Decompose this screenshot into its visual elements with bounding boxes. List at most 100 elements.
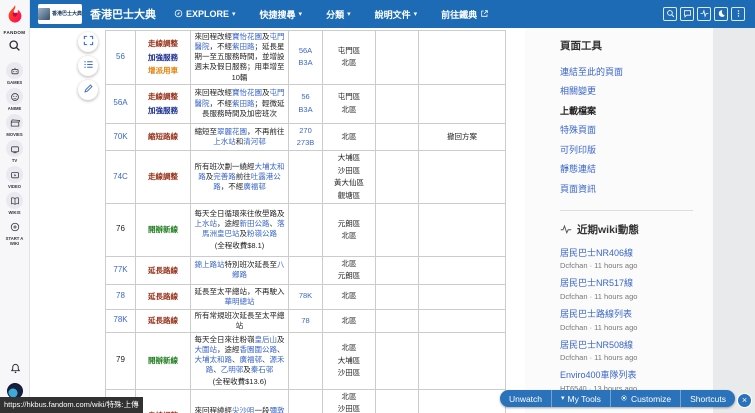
wiki-link[interactable]: 上水站: [195, 219, 218, 228]
wiki-link[interactable]: 錦上路站: [195, 260, 225, 269]
wiki-link[interactable]: 廣福邨: [243, 182, 266, 191]
wiki-link[interactable]: 尖沙咀: [232, 406, 255, 413]
description-cell: 所有常規班次延長至太平總站: [190, 308, 289, 333]
related-route-link[interactable]: 270: [292, 125, 319, 137]
route-link[interactable]: 74C: [113, 172, 128, 181]
nav-menu-help-docs[interactable]: 說明文件 ▾: [375, 8, 418, 21]
change-type-cell: 延長路線: [135, 308, 191, 333]
route-link[interactable]: 70K: [113, 132, 127, 141]
toolbar-close-button[interactable]: ×: [737, 393, 752, 408]
nav-menu-goto-rail-wiki[interactable]: 前往鐵典: [441, 8, 489, 21]
global-search-icon[interactable]: [8, 39, 21, 57]
wiki-link[interactable]: 紫田路: [232, 99, 255, 108]
sidebar-item-label: VIDEO: [7, 184, 22, 190]
wiki-link[interactable]: 乙明邨: [221, 365, 244, 374]
dark-mode-button[interactable]: [714, 7, 728, 21]
districts-cell: 北區 大埔區 沙田區: [322, 331, 376, 390]
districts-cell: 北區沙田區深水埗區油尖旺區: [322, 388, 376, 413]
screen: FANDOM GAMES ANIME MOVIES TV VIDEO WIKIS START…: [0, 0, 755, 413]
activity-byline: Dcfchan · 11 hours ago: [560, 322, 638, 332]
wiki-link[interactable]: 紫田路: [232, 42, 255, 51]
activity-entry: 居民巴士NR406線 Dcfchan · 11 hours ago: [560, 248, 693, 271]
unwatch-button[interactable]: Unwatch: [500, 390, 553, 407]
wiki-logo[interactable]: 香港巴士大典: [38, 4, 82, 24]
empty-cell: [375, 30, 419, 85]
expand-button[interactable]: [78, 32, 98, 52]
wiki-link[interactable]: 新田公路: [240, 219, 270, 228]
description-text: 、: [269, 219, 278, 229]
sidebar-item-wikis[interactable]: WIKIS: [0, 192, 30, 215]
wiki-link[interactable]: 華明總站: [225, 297, 255, 306]
route-link[interactable]: 56A: [113, 98, 127, 107]
wiki-link[interactable]: 寶怡花園: [232, 88, 262, 97]
notifications-bell-icon[interactable]: [10, 361, 21, 379]
sidebar-item-tv[interactable]: TV: [0, 140, 30, 163]
route-link[interactable]: 78K: [113, 315, 127, 324]
change-type-label: 開辦新線: [148, 356, 178, 366]
nav-menu-categories[interactable]: 分類 ▾: [326, 8, 351, 21]
shortcuts-button[interactable]: Shortcuts: [681, 390, 735, 407]
customize-button[interactable]: Customize: [611, 390, 682, 407]
chat-button[interactable]: [680, 7, 694, 21]
sidebar-item-anime[interactable]: ANIME: [0, 88, 30, 111]
change-type-label: 延長路線: [148, 265, 178, 275]
districts-cell: 大埔區 沙田區 黃大仙區 觀塘區: [322, 150, 376, 204]
description-cell: 延長至太平總站，不再駛入華明總站: [190, 283, 289, 310]
related-route-link[interactable]: B3A: [292, 57, 319, 69]
wiki-link[interactable]: 皇后山: [255, 335, 278, 344]
page-tool-link[interactable]: 連結至此的頁面: [560, 66, 693, 80]
related-route-link[interactable]: 56: [292, 91, 319, 103]
toc-button[interactable]: [78, 56, 98, 76]
route-link[interactable]: 78: [116, 291, 125, 300]
sidebar-item-games[interactable]: GAMES: [0, 62, 30, 85]
districts-cell: 北區: [322, 122, 376, 152]
activity-page-link[interactable]: 居民巴士路線列表: [560, 309, 693, 321]
edit-button[interactable]: [78, 80, 98, 100]
route-link[interactable]: 56: [116, 52, 125, 61]
my-tools-button[interactable]: ▾ My Tools: [552, 390, 611, 407]
wiki-link[interactable]: 廣福邨: [240, 355, 263, 364]
sidebar-item-video[interactable]: VIDEO: [0, 166, 30, 189]
page-tool-link[interactable]: 可列印版: [560, 144, 693, 158]
page-tool-link[interactable]: 特殊頁面: [560, 124, 693, 138]
wiki-link[interactable]: 香園圍公路: [240, 345, 278, 354]
related-route-link[interactable]: 78: [292, 315, 319, 327]
nav-menu-explore[interactable]: EXPLORE ▾: [174, 9, 236, 20]
description-text: 每天全日循環來往攸壆路及: [194, 209, 285, 219]
more-button[interactable]: [731, 7, 745, 21]
wiki-link[interactable]: 翠麗花園: [217, 127, 247, 136]
wiki-link[interactable]: 秦石邨: [251, 365, 274, 374]
wiki-link[interactable]: 清河邨: [243, 137, 266, 146]
wiki-link[interactable]: 寶怡花園: [232, 32, 262, 41]
wiki-link[interactable]: 粉嶺公路: [247, 229, 277, 238]
description-text: 來回程繞經: [194, 405, 233, 413]
related-route-link[interactable]: 56A: [292, 45, 319, 57]
nav-menu-quick-search[interactable]: 快捷搜尋 ▾: [260, 8, 303, 21]
fandom-flame-icon[interactable]: [5, 4, 25, 29]
related-route-link[interactable]: B3A: [292, 104, 319, 116]
page-tool-link[interactable]: 靜態連結: [560, 163, 693, 177]
activity-button[interactable]: [697, 7, 711, 21]
related-route-link[interactable]: 78K: [292, 290, 319, 302]
activity-page-link[interactable]: 居民巴士NR517線: [560, 278, 693, 290]
wiki-link[interactable]: 大埔太和路: [195, 355, 233, 364]
sidebar-item-start-a-wiki[interactable]: START A WIKI: [0, 218, 30, 246]
activity-page-link[interactable]: 居民巴士NR508線: [560, 340, 693, 352]
wiki-link[interactable]: 完善路: [213, 172, 236, 181]
wiki-link[interactable]: 上水站: [213, 137, 236, 146]
movies-icon: [6, 114, 23, 132]
related-route-link[interactable]: 273B: [292, 137, 319, 149]
activity-page-link[interactable]: 居民巴士NR406線: [560, 248, 693, 260]
page-tool-link[interactable]: 相關變更: [560, 85, 693, 99]
wiki-link[interactable]: 大圍站: [195, 345, 218, 354]
page-tool-link[interactable]: 頁面資訊: [560, 183, 693, 197]
note-cell: [418, 308, 506, 333]
districts-cell: 北區: [322, 308, 376, 333]
wiki-title[interactable]: 香港巴士大典: [90, 6, 156, 22]
route-link[interactable]: 77K: [113, 265, 127, 274]
sidebar-item-label: START A WIKI: [5, 236, 24, 247]
browser-status-url: https://hkbus.fandom.com/wiki/特殊:上傳: [0, 397, 143, 413]
search-button[interactable]: [663, 7, 677, 21]
sidebar-item-movies[interactable]: MOVIES: [0, 114, 30, 137]
activity-page-link[interactable]: Enviro400車隊列表: [560, 370, 693, 382]
